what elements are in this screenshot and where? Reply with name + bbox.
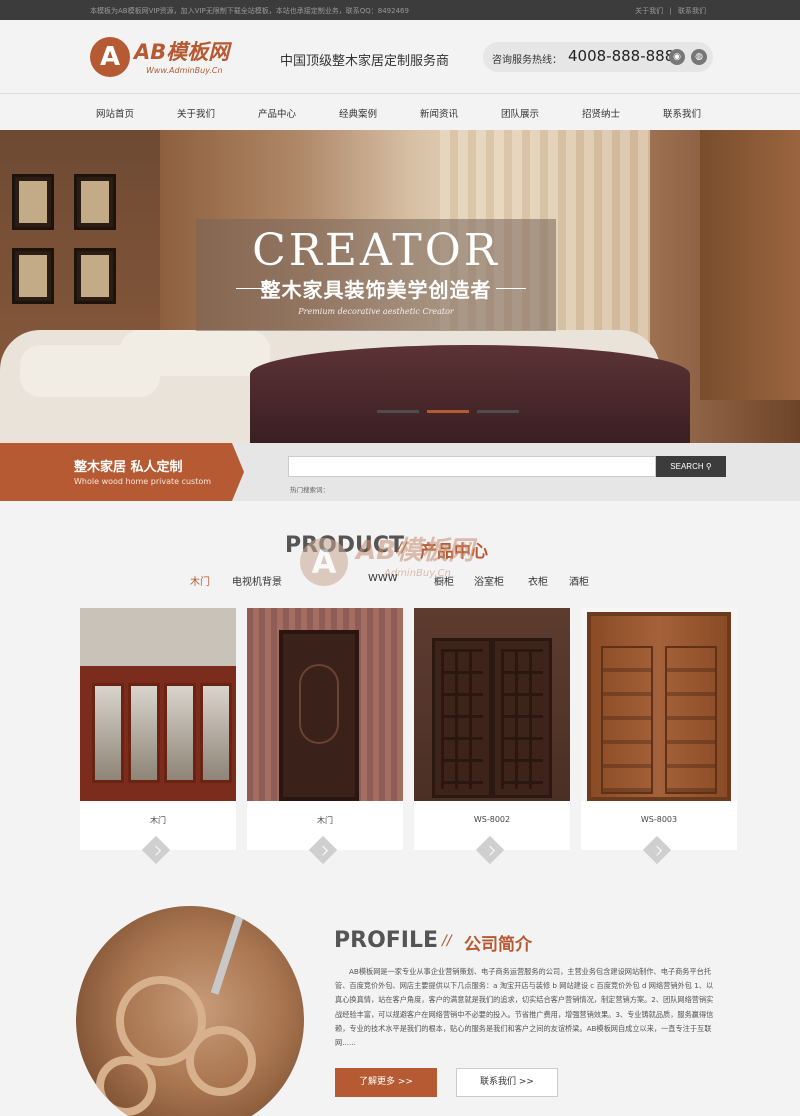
profile-title-en: PROFILE: [334, 928, 439, 953]
tab-wood-door[interactable]: 木门: [190, 573, 210, 588]
tab-tv-wall[interactable]: 电视机背景: [232, 573, 282, 588]
hero-wardrobe: [700, 130, 800, 400]
custom-tag: 整木家居 私人定制 Whole wood home private custom: [0, 443, 244, 501]
top-link-divider: |: [669, 7, 672, 15]
tab-www[interactable]: WWW: [368, 573, 398, 584]
product-card[interactable]: WS-8003: [581, 608, 737, 865]
hero-banner[interactable]: CREATOR 整木家具装饰美学创造者 Premium decorative a…: [0, 130, 800, 443]
header-slogan: 中国顶级整木家居定制服务商: [280, 54, 450, 69]
slider-dot[interactable]: [377, 410, 419, 413]
logo-mark[interactable]: A: [90, 37, 130, 77]
door-illustration: [492, 638, 552, 798]
chevron-right-icon[interactable]: [642, 835, 672, 865]
tab-cabinet[interactable]: 橱柜: [434, 573, 454, 588]
watermark-logo: A AB模板网 AdminBuy.Cn: [300, 524, 530, 604]
door-glass-panel: [128, 683, 160, 783]
door-illustration: [587, 612, 731, 801]
product-caption[interactable]: WS-8002: [414, 815, 570, 824]
hero-picture-frame: [74, 248, 116, 304]
product-image[interactable]: [414, 608, 570, 801]
door-panel: [601, 646, 653, 794]
product-image[interactable]: [247, 608, 403, 801]
contact-us-button[interactable]: 联系我们 >>: [456, 1068, 558, 1097]
hero-picture-frame: [12, 248, 54, 304]
product-image[interactable]: [581, 608, 737, 801]
top-notice: 本模板为AB模板网VIP资源，加入VIP无限制下载全站模板，本站也承接定制业务，…: [90, 7, 409, 15]
top-bar: 本模板为AB模板网VIP资源，加入VIP无限制下载全站模板，本站也承接定制业务，…: [0, 0, 800, 20]
nav-item-home[interactable]: 网站首页: [75, 106, 155, 120]
door-glass-panel: [92, 683, 124, 783]
door-panel: [441, 649, 483, 789]
site-header: A AB模板网 Www.AdminBuy.Cn 中国顶级整木家居定制服务商 咨询…: [0, 20, 800, 93]
hero-pillow: [120, 330, 270, 376]
logo-text[interactable]: AB模板网: [134, 36, 229, 66]
main-nav: 网站首页 关于我们 产品中心 经典案例 新闻资讯 团队展示 招贤纳士 联系我们: [0, 93, 800, 130]
top-link-about[interactable]: 关于我们: [635, 7, 663, 15]
product-caption[interactable]: 木门: [247, 815, 403, 826]
profile-title-sep: //: [442, 933, 452, 949]
chevron-right-icon[interactable]: [141, 835, 171, 865]
logo-subtext: Www.AdminBuy.Cn: [146, 66, 223, 75]
profile-body: AB模板网是一家专业从事企业营销策划、电子商务运营服务的公司，主营业务包含建设网…: [335, 967, 714, 1048]
tab-bath[interactable]: 浴室柜: [474, 573, 504, 588]
door-panel: [501, 649, 543, 789]
chevron-right-icon[interactable]: [308, 835, 338, 865]
search-input[interactable]: [288, 456, 656, 477]
search-icon: ⚲: [705, 462, 712, 471]
tab-wardrobe[interactable]: 衣柜: [528, 573, 548, 588]
hotline-number: 4008-888-888: [568, 47, 675, 65]
chevron-right-icon[interactable]: [475, 835, 505, 865]
custom-tag-title: 整木家居 私人定制: [74, 460, 183, 475]
hero-subtitle: Premium decorative aesthetic Creator: [298, 307, 454, 316]
search-button-label: SEARCH: [670, 462, 704, 471]
wechat-icon[interactable]: ◍: [691, 49, 707, 65]
product-caption[interactable]: 木门: [80, 815, 236, 826]
hero-picture-frame: [74, 174, 116, 230]
carving-ornament: [96, 1056, 156, 1116]
hero-line-right: [496, 288, 526, 289]
nav-item-cases[interactable]: 经典案例: [318, 106, 398, 120]
product-card[interactable]: 木门: [80, 608, 236, 865]
nav-item-products[interactable]: 产品中心: [237, 106, 317, 120]
hot-search-label: 热门搜索词：: [290, 486, 329, 494]
hero-picture-frame: [12, 174, 54, 230]
top-link-contact[interactable]: 联系我们: [678, 7, 706, 15]
hero-title-en: CREATOR: [252, 225, 500, 276]
custom-tag-subtitle: Whole wood home private custom: [74, 477, 212, 486]
search-button[interactable]: SEARCH ⚲: [656, 456, 726, 477]
profile-image: [76, 906, 304, 1116]
learn-more-button[interactable]: 了解更多 >>: [335, 1068, 437, 1097]
nav-item-news[interactable]: 新闻资讯: [399, 106, 479, 120]
door-illustration: [432, 638, 492, 798]
profile-title-cn: 公司简介: [464, 935, 532, 955]
slider-dot-active[interactable]: [427, 410, 469, 413]
product-image[interactable]: [80, 608, 236, 801]
carving-ornament: [186, 1026, 256, 1096]
product-caption[interactable]: WS-8003: [581, 815, 737, 824]
door-illustration: [279, 630, 359, 801]
hotline-box: 咨询服务热线： 4008-888-888 ◉ ◍: [483, 42, 713, 72]
door-glass-panel: [164, 683, 196, 783]
slider-dot[interactable]: [477, 410, 519, 413]
hero-blanket: [250, 345, 690, 443]
nav-item-jobs[interactable]: 招贤纳士: [561, 106, 641, 120]
tab-wine[interactable]: 酒柜: [569, 573, 589, 588]
carving-tool: [210, 906, 250, 995]
door-glass-panel: [200, 683, 232, 783]
top-links: 关于我们 | 联系我们: [631, 6, 706, 16]
product-card[interactable]: 木门: [247, 608, 403, 865]
door-panel: [299, 664, 339, 744]
nav-item-contact[interactable]: 联系我们: [642, 106, 722, 120]
hero-title-box: CREATOR 整木家具装饰美学创造者 Premium decorative a…: [196, 219, 556, 331]
weibo-icon[interactable]: ◉: [669, 49, 685, 65]
door-panel: [665, 646, 717, 794]
nav-item-about[interactable]: 关于我们: [156, 106, 236, 120]
hotline-label: 咨询服务热线：: [492, 55, 562, 66]
category-tabs: 木门 电视机背景 WWW 橱柜 浴室柜 衣柜 酒柜: [0, 573, 800, 589]
watermark-text: AB模板网: [356, 536, 474, 566]
product-card[interactable]: WS-8002: [414, 608, 570, 865]
nav-item-team[interactable]: 团队展示: [480, 106, 560, 120]
